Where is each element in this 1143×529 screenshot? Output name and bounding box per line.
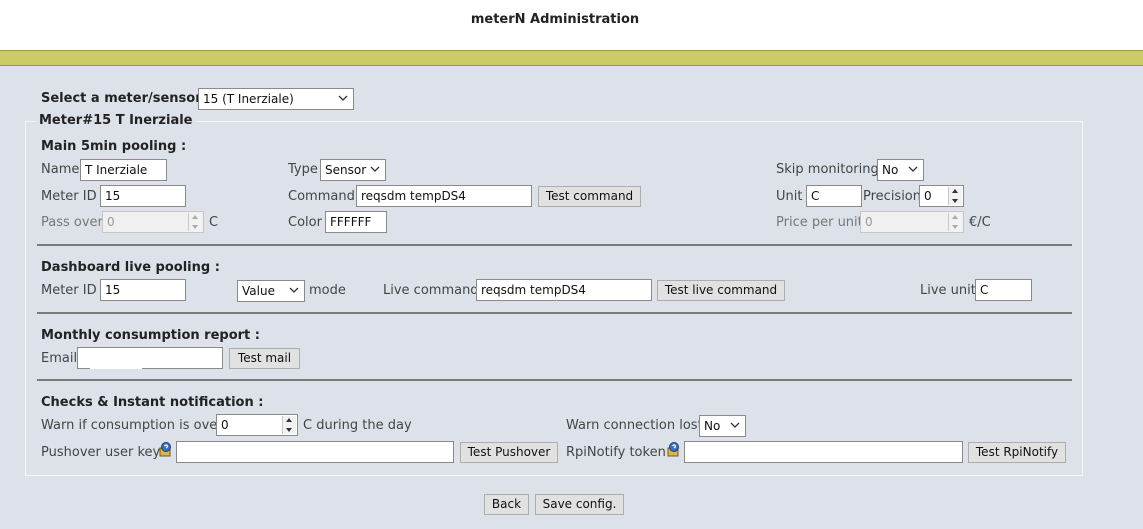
warn-connection-value: No [704, 419, 721, 433]
spinner-icon[interactable] [282, 416, 296, 434]
spinner-icon[interactable] [948, 187, 962, 205]
save-config-button[interactable]: Save config. [535, 494, 624, 515]
spinner-icon [188, 213, 202, 231]
warn-connection-select[interactable]: No [699, 415, 746, 437]
warn-consumption-value: 0 [221, 418, 229, 432]
pass-over-stepper: 0 [102, 211, 204, 233]
test-pushover-button[interactable]: Test Pushover [460, 442, 558, 463]
chevron-down-icon [908, 166, 918, 172]
live-command-input[interactable]: reqsdm tempDS4 [476, 279, 652, 301]
meter-id-input[interactable]: 15 [100, 185, 186, 207]
live-meter-id-input[interactable]: 15 [100, 279, 186, 301]
command-input[interactable]: reqsdm tempDS4 [356, 185, 532, 207]
warn-consumption-stepper[interactable]: 0 [216, 414, 298, 436]
live-unit-label: Live unit [920, 283, 976, 298]
test-command-button[interactable]: Test command [538, 186, 641, 207]
divider [37, 244, 1072, 246]
skip-monitoring-select[interactable]: No [877, 159, 924, 181]
precision-stepper[interactable]: 0 [919, 185, 964, 207]
email-label: Email [41, 351, 78, 366]
help-icon[interactable] [665, 441, 681, 457]
meter-legend: Meter#15 T Inerziale [36, 113, 196, 128]
report-heading: Monthly consumption report : [41, 328, 260, 343]
unit-input[interactable]: C [806, 185, 862, 207]
precision-label: Precision [863, 189, 922, 204]
spinner-icon [948, 213, 962, 231]
price-unit: €/C [969, 215, 991, 230]
price-label: Price per unit [776, 215, 863, 230]
main-heading: Main 5min pooling : [41, 139, 187, 154]
live-mode-label: mode [309, 283, 346, 298]
type-select-value: Sensor [325, 163, 367, 177]
redacted-area [90, 353, 142, 369]
pass-over-unit: C [209, 215, 219, 230]
skip-monitoring-label: Skip monitoring [776, 162, 879, 177]
header: meterN Administration [0, 0, 1143, 50]
accent-bar [0, 50, 1143, 66]
type-label: Type [288, 162, 318, 177]
live-mode-value: Value [242, 284, 275, 298]
divider [37, 379, 1072, 381]
type-select[interactable]: Sensor [320, 159, 386, 181]
chevron-down-icon [289, 287, 299, 293]
warn-connection-label: Warn connection lost [566, 418, 703, 433]
meter-select-value: 15 (T Inerziale) [203, 92, 294, 106]
meter-select[interactable]: 15 (T Inerziale) [198, 88, 354, 110]
live-meter-id-label: Meter ID [41, 283, 97, 298]
skip-monitoring-value: No [882, 163, 899, 177]
checks-heading: Checks & Instant notification : [41, 395, 264, 410]
live-unit-input[interactable]: C [975, 279, 1032, 301]
rpinotify-input[interactable] [684, 441, 963, 463]
meter-id-label: Meter ID [41, 189, 97, 204]
color-label: Color [288, 215, 322, 230]
name-input[interactable]: T Inerziale [80, 159, 167, 181]
live-mode-select[interactable]: Value [237, 280, 305, 302]
back-button[interactable]: Back [484, 494, 529, 515]
price-stepper: 0 [860, 211, 964, 233]
test-mail-button[interactable]: Test mail [229, 348, 300, 369]
live-command-label: Live command [383, 283, 479, 298]
pass-over-label: Pass over [41, 215, 103, 230]
command-label: Command [288, 189, 355, 204]
color-input[interactable]: FFFFFF [325, 211, 387, 233]
chevron-down-icon [730, 422, 740, 428]
pushover-label: Pushover user key [41, 445, 161, 460]
divider [37, 312, 1072, 314]
unit-label: Unit [776, 189, 803, 204]
precision-value: 0 [924, 189, 932, 203]
help-icon[interactable] [157, 441, 173, 457]
chevron-down-icon [338, 95, 348, 101]
pass-over-value: 0 [107, 215, 115, 229]
app-title: meterN Administration [470, 12, 640, 27]
meter-select-label: Select a meter/sensor : [41, 91, 212, 106]
pushover-input[interactable] [176, 441, 454, 463]
test-rpinotify-button[interactable]: Test RpiNotify [968, 442, 1066, 463]
rpinotify-label: RpiNotify token [566, 445, 666, 460]
test-live-command-button[interactable]: Test live command [657, 280, 785, 301]
warn-consumption-label: Warn if consumption is over [41, 418, 223, 433]
price-value: 0 [865, 215, 873, 229]
live-heading: Dashboard live pooling : [41, 260, 220, 275]
chevron-down-icon [370, 166, 380, 172]
warn-consumption-suffix: C during the day [303, 418, 412, 433]
name-label: Name [41, 162, 80, 177]
